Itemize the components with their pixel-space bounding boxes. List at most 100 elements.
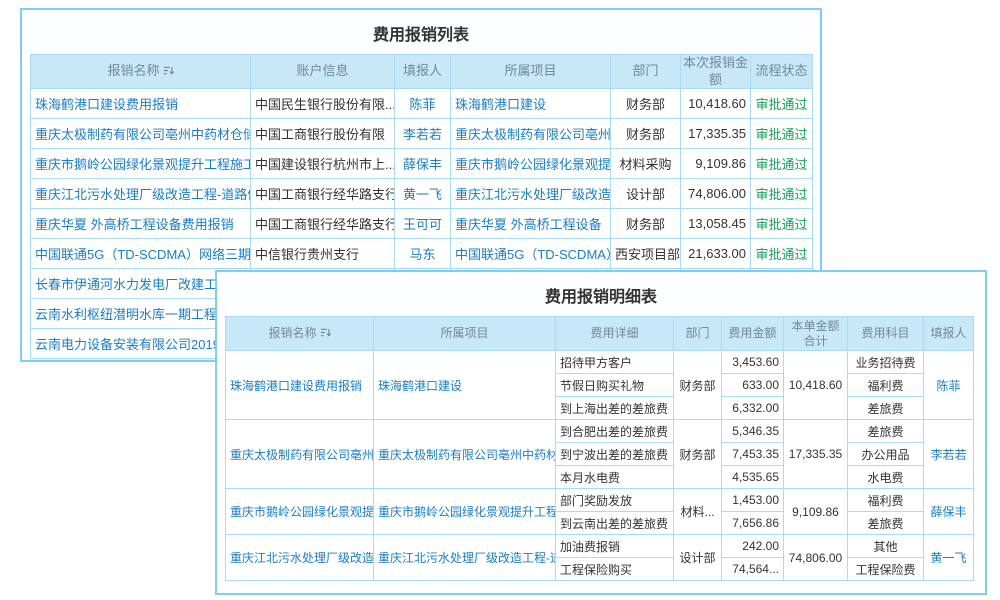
reimbursement-name-link[interactable]: 重庆华夏 外高桥工程设备费用报销 xyxy=(31,209,251,239)
expense-category-label: 差旅费 xyxy=(848,512,924,535)
expense-item-label: 节假日购买礼物 xyxy=(556,374,674,397)
detail-row: 珠海鹤港口建设费用报销珠海鹤港口建设招待甲方客户财务部3,453.6010,41… xyxy=(226,351,974,374)
filler-link[interactable]: 陈菲 xyxy=(395,89,451,119)
list-row: 重庆华夏 外高桥工程设备费用报销中国工商银行经华路支行王可可重庆华夏 外高桥工程… xyxy=(31,209,813,239)
project-link[interactable]: 重庆太极制药有限公司亳州中... xyxy=(451,119,611,149)
expense-amount-value: 6,332.00 xyxy=(722,397,784,420)
list-header-3: 所属项目 xyxy=(451,55,611,89)
detail-header-row: 报销名称所属项目费用详细部门费用金额本单金额合计费用科目填报人 xyxy=(226,317,974,351)
detail-header-7: 填报人 xyxy=(924,317,974,351)
expense-category-label: 福利费 xyxy=(848,489,924,512)
amount-value: 17,335.35 xyxy=(681,119,751,149)
filler-link[interactable]: 黄一飞 xyxy=(395,179,451,209)
status-text: 审批通过 xyxy=(751,89,813,119)
expense-category-label: 业务招待费 xyxy=(848,351,924,374)
status-text: 审批通过 xyxy=(751,179,813,209)
project-link[interactable]: 重庆市鹅岭公园绿化景观提升工程施工 xyxy=(374,489,556,535)
account-info: 中国建设银行杭州市上... xyxy=(251,149,395,179)
list-header-1: 账户信息 xyxy=(251,55,395,89)
account-info: 中信银行贵州支行 xyxy=(251,239,395,269)
expense-category-label: 差旅费 xyxy=(848,397,924,420)
expense-list-title: 费用报销列表 xyxy=(22,10,820,54)
sort-icon xyxy=(320,327,331,338)
department-label: 财务部 xyxy=(611,209,681,239)
total-amount-value: 74,806.00 xyxy=(784,535,848,581)
department-label: 设计部 xyxy=(611,179,681,209)
department-label: 财务部 xyxy=(611,89,681,119)
reimbursement-name-link[interactable]: 重庆太极制药有限公司亳州中药... xyxy=(226,420,374,489)
amount-value: 21,633.00 xyxy=(681,239,751,269)
expense-category-label: 水电费 xyxy=(848,466,924,489)
amount-value: 13,058.45 xyxy=(681,209,751,239)
reimbursement-name-link[interactable]: 珠海鹤港口建设费用报销 xyxy=(31,89,251,119)
expense-amount-value: 5,346.35 xyxy=(722,420,784,443)
project-link[interactable]: 重庆江北污水处理厂级改造工程-道路修复工 xyxy=(374,535,556,581)
detail-header-5: 本单金额合计 xyxy=(784,317,848,351)
expense-category-label: 办公用品 xyxy=(848,443,924,466)
reimbursement-name-link[interactable]: 重庆市鹅岭公园绿化景观提升工程... xyxy=(226,489,374,535)
filler-link[interactable]: 陈菲 xyxy=(924,351,974,420)
reimbursement-name-link[interactable]: 重庆市鹅岭公园绿化景观提升工程施工费用报销 xyxy=(31,149,251,179)
expense-detail-window: 费用报销明细表 报销名称所属项目费用详细部门费用金额本单金额合计费用科目填报人 … xyxy=(215,270,987,595)
expense-category-label: 差旅费 xyxy=(848,420,924,443)
list-row: 中国联通5G（TD-SCDMA）网络三期四川工程费...中信银行贵州支行马东中国… xyxy=(31,239,813,269)
reimbursement-name-link[interactable]: 重庆太极制药有限公司亳州中药材仓储物流基地项... xyxy=(31,119,251,149)
expense-amount-value: 1,453.00 xyxy=(722,489,784,512)
expense-amount-value: 74,564... xyxy=(722,558,784,581)
expense-item-label: 招待甲方客户 xyxy=(556,351,674,374)
list-header-5: 本次报销金额 xyxy=(681,55,751,89)
account-info: 中国工商银行经华路支行 xyxy=(251,179,395,209)
list-header-2: 填报人 xyxy=(395,55,451,89)
filler-link[interactable]: 李若若 xyxy=(395,119,451,149)
expense-detail-title: 费用报销明细表 xyxy=(217,272,985,316)
expense-amount-value: 242.00 xyxy=(722,535,784,558)
department-label: 财务部 xyxy=(674,351,722,420)
account-info: 中国工商银行经华路支行 xyxy=(251,209,395,239)
expense-item-label: 到上海出差的差旅费 xyxy=(556,397,674,420)
reimbursement-name-link[interactable]: 珠海鹤港口建设费用报销 xyxy=(226,351,374,420)
detail-header-6: 费用科目 xyxy=(848,317,924,351)
reimbursement-name-link[interactable]: 中国联通5G（TD-SCDMA）网络三期四川工程费... xyxy=(31,239,251,269)
project-link[interactable]: 珠海鹤港口建设 xyxy=(374,351,556,420)
detail-header-4: 费用金额 xyxy=(722,317,784,351)
project-link[interactable]: 重庆太极制药有限公司亳州中药材仓储物流 xyxy=(374,420,556,489)
expense-category-label: 工程保险费 xyxy=(848,558,924,581)
detail-row: 重庆太极制药有限公司亳州中药...重庆太极制药有限公司亳州中药材仓储物流到合肥出… xyxy=(226,420,974,443)
total-amount-value: 10,418.60 xyxy=(784,351,848,420)
list-header-row: 报销名称账户信息填报人所属项目部门本次报销金额流程状态 xyxy=(31,55,813,89)
expense-item-label: 到云南出差的差旅费 xyxy=(556,512,674,535)
expense-amount-value: 3,453.60 xyxy=(722,351,784,374)
list-header-4: 部门 xyxy=(611,55,681,89)
filler-link[interactable]: 李若若 xyxy=(924,420,974,489)
project-link[interactable]: 重庆华夏 外高桥工程设备 xyxy=(451,209,611,239)
department-label: 材料采购 xyxy=(611,149,681,179)
expense-item-label: 到合肥出差的差旅费 xyxy=(556,420,674,443)
project-link[interactable]: 重庆市鹅岭公园绿化景观提升... xyxy=(451,149,611,179)
project-link[interactable]: 重庆江北污水处理厂级改造工... xyxy=(451,179,611,209)
expense-item-label: 到宁波出差的差旅费 xyxy=(556,443,674,466)
department-label: 财务部 xyxy=(674,420,722,489)
department-label: 西安项目部 xyxy=(611,239,681,269)
department-label: 设计部 xyxy=(674,535,722,581)
list-header-6: 流程状态 xyxy=(751,55,813,89)
list-header-0[interactable]: 报销名称 xyxy=(31,55,251,89)
amount-value: 9,109.86 xyxy=(681,149,751,179)
expense-detail-table: 报销名称所属项目费用详细部门费用金额本单金额合计费用科目填报人 珠海鹤港口建设费… xyxy=(225,316,974,581)
list-row: 珠海鹤港口建设费用报销中国民生银行股份有限...陈菲珠海鹤港口建设财务部10,4… xyxy=(31,89,813,119)
filler-link[interactable]: 薛保丰 xyxy=(924,489,974,535)
filler-link[interactable]: 马东 xyxy=(395,239,451,269)
project-link[interactable]: 中国联通5G（TD-SCDMA）网... xyxy=(451,239,611,269)
list-row: 重庆太极制药有限公司亳州中药材仓储物流基地项...中国工商银行股份有限李若若重庆… xyxy=(31,119,813,149)
project-link[interactable]: 珠海鹤港口建设 xyxy=(451,89,611,119)
filler-link[interactable]: 黄一飞 xyxy=(924,535,974,581)
expense-amount-value: 7,656.86 xyxy=(722,512,784,535)
expense-category-label: 福利费 xyxy=(848,374,924,397)
status-text: 审批通过 xyxy=(751,149,813,179)
filler-link[interactable]: 王可可 xyxy=(395,209,451,239)
expense-amount-value: 633.00 xyxy=(722,374,784,397)
reimbursement-name-link[interactable]: 重庆江北污水处理厂级改造工程-... xyxy=(226,535,374,581)
department-label: 财务部 xyxy=(611,119,681,149)
detail-header-0[interactable]: 报销名称 xyxy=(226,317,374,351)
filler-link[interactable]: 薛保丰 xyxy=(395,149,451,179)
reimbursement-name-link[interactable]: 重庆江北污水处理厂级改造工程-道路修复工程费用... xyxy=(31,179,251,209)
